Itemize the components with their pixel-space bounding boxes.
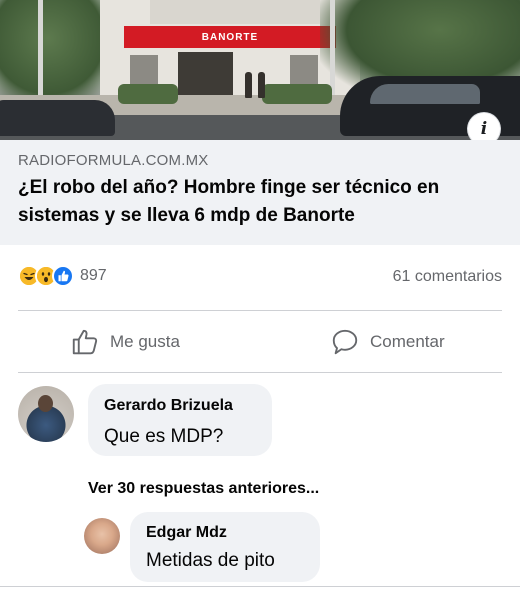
bank-sign: BANORTE [124,26,336,48]
comment-author[interactable]: Gerardo Brizuela [104,397,233,415]
bank-sign-text: BANORTE [201,31,259,43]
bank-door [178,52,233,95]
comment-button[interactable]: Comentar [330,325,445,359]
street-pole [38,0,43,110]
reactions-summary[interactable]: 897 [18,265,107,287]
pedestrian [245,72,252,98]
hedge [118,84,178,104]
divider [18,310,502,311]
parked-car [0,100,115,136]
reaction-count: 897 [80,267,107,284]
thumbs-up-icon [72,329,98,355]
divider [0,586,520,587]
like-button[interactable]: Me gusta [70,325,180,359]
link-source-domain: RADIOFORMULA.COM.MX [18,152,209,169]
avatar-figure [38,395,53,412]
comments-count-link[interactable]: 61 comentarios [393,268,502,286]
avatar[interactable] [18,386,74,442]
building-upper-floor [150,0,320,24]
like-reaction-icon [52,265,74,287]
avatar[interactable] [84,518,120,554]
divider [18,372,502,373]
car-window [370,84,480,104]
link-preview-image[interactable]: BANORTE [0,0,520,140]
comment-bubble-icon [332,329,358,355]
link-headline[interactable]: ¿El robo del año? Hombre finge ser técni… [18,174,513,230]
comment-button-label: Comentar [370,332,445,351]
like-button-label: Me gusta [110,332,180,351]
reply-text: Metidas de pito [146,550,275,571]
pedestrian [258,72,265,98]
reply-author[interactable]: Edgar Mdz [146,524,227,542]
hedge [262,84,332,104]
comment-text: Que es MDP? [104,426,224,447]
view-previous-replies-link[interactable]: Ver 30 respuestas anteriores... [88,480,319,498]
